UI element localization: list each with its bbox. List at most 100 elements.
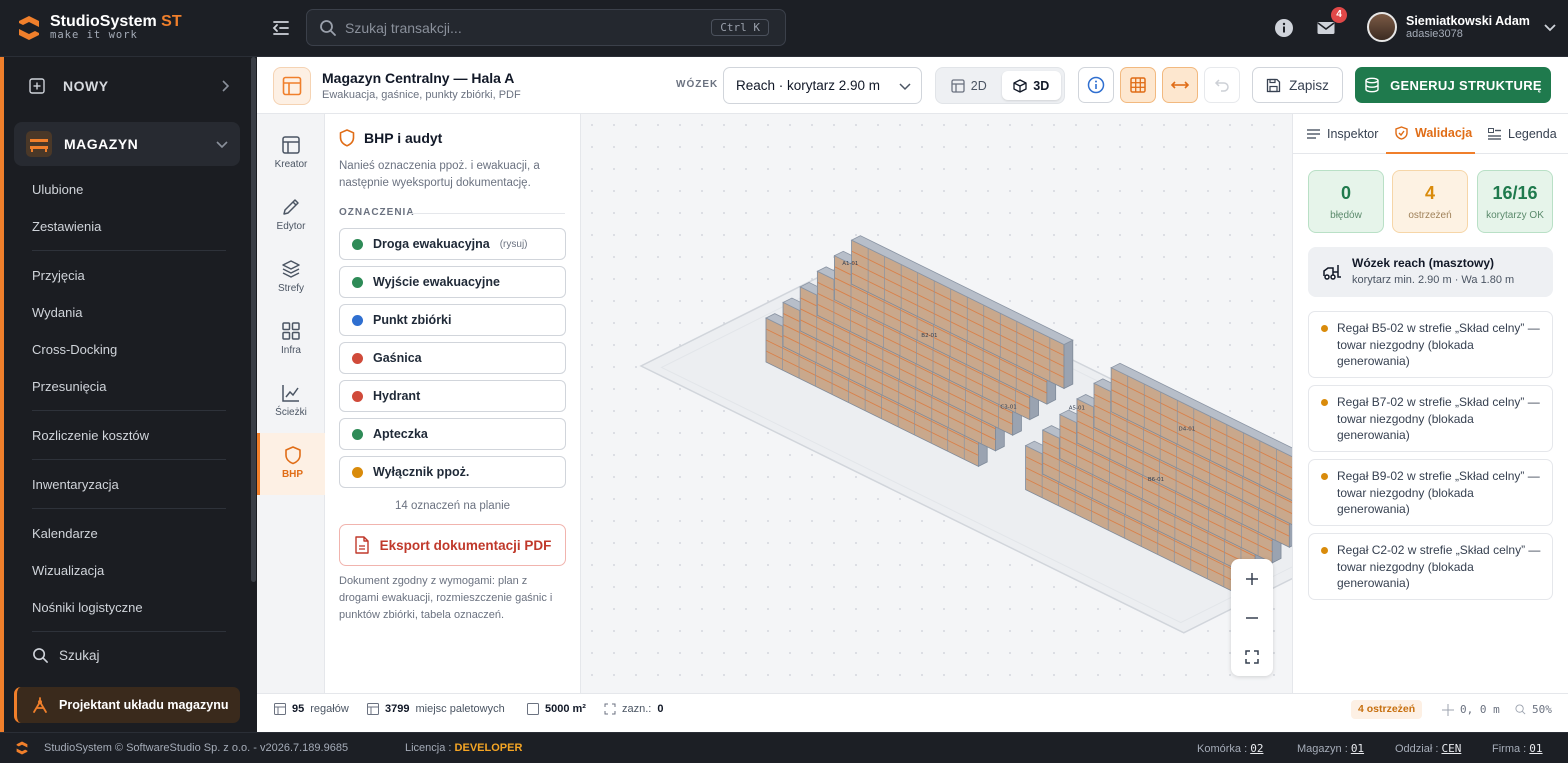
- marker-color-dot: [352, 466, 363, 478]
- rack-code-label: C3-01: [1000, 404, 1016, 410]
- user-login: adasie3078: [1406, 28, 1463, 40]
- sidebar-item-kalendarze[interactable]: Kalendarze: [32, 526, 98, 541]
- marker-item[interactable]: Gaśnica: [339, 342, 566, 374]
- sidebar-item-przesuniecia[interactable]: Przesunięcia: [32, 379, 106, 394]
- undo-button[interactable]: [1204, 67, 1240, 103]
- marker-hint: (rysuj): [499, 238, 528, 250]
- view-3d-button[interactable]: 3D: [1001, 71, 1061, 100]
- warehouse-3d-canvas[interactable]: A1-01B2-01C3-01D4-01A5-01B6-01C7-01D8-01: [581, 114, 1292, 693]
- sidebar-item-rozliczenie-kosztow[interactable]: Rozliczenie kosztów: [32, 428, 149, 443]
- rail-item-sciezki[interactable]: Ścieżki: [257, 371, 325, 433]
- list-icon: [1307, 129, 1320, 139]
- page-header: Magazyn Centralny — Hala A Ewakuacja, ga…: [257, 57, 1568, 114]
- footer-warehouse[interactable]: Magazyn : 01: [1297, 742, 1364, 755]
- save-button[interactable]: Zapisz: [1252, 67, 1343, 103]
- toggle-grid-button[interactable]: [1120, 67, 1156, 103]
- info-button[interactable]: [1078, 67, 1114, 103]
- generate-label: GENERUJ STRUKTURĘ: [1390, 77, 1542, 93]
- collapse-sidebar-icon[interactable]: [270, 17, 292, 39]
- tab-legenda[interactable]: Legenda: [1488, 114, 1564, 154]
- transaction-search[interactable]: Ctrl K: [306, 9, 786, 46]
- user-menu[interactable]: Siemiatkowski Adam adasie3078: [1367, 12, 1557, 42]
- pdf-file-icon: [354, 536, 369, 554]
- warning-text: Regał B5-02 w strefie „Skład celny” — to…: [1337, 321, 1540, 368]
- sidebar-new-label: NOWY: [63, 78, 109, 94]
- zoom-in-button[interactable]: [1231, 559, 1273, 598]
- app-logo[interactable]: StudioSystem ST make it work: [18, 14, 182, 41]
- marker-item[interactable]: Apteczka: [339, 418, 566, 450]
- rail-item-strefy[interactable]: Strefy: [257, 247, 325, 309]
- tab-walidacja[interactable]: Walidacja: [1386, 114, 1475, 154]
- right-panel-tabs: Inspektor Walidacja Legenda: [1293, 114, 1568, 154]
- rail-item-kreator[interactable]: Kreator: [257, 123, 325, 185]
- stat-value: 0: [1340, 182, 1351, 203]
- validation-warning[interactable]: Regał B5-02 w strefie „Skład celny” — to…: [1308, 311, 1553, 378]
- validation-warning[interactable]: Regał B7-02 w strefie „Skład celny” — to…: [1308, 385, 1553, 452]
- marker-item[interactable]: Droga ewakuacyjna (rysuj): [339, 228, 566, 260]
- footer-company[interactable]: Firma : 01: [1492, 742, 1543, 755]
- undo-icon: [1214, 79, 1229, 92]
- sidebar-divider: [32, 250, 226, 251]
- rail-label: Ścieżki: [275, 407, 307, 418]
- fit-view-button[interactable]: [1231, 637, 1273, 676]
- view-2d-button[interactable]: 2D: [939, 71, 999, 100]
- rail-item-infra[interactable]: Infra: [257, 309, 325, 371]
- sidebar-item-cross-docking[interactable]: Cross-Docking: [32, 342, 117, 357]
- sidebar-item-nosniki-logistyczne[interactable]: Nośniki logistyczne: [32, 600, 143, 615]
- status-coords: 0, 0 m: [1442, 703, 1500, 716]
- rail-label: Edytor: [276, 221, 306, 232]
- sidebar-item-inwentaryzacja[interactable]: Inwentaryzacja: [32, 477, 119, 492]
- sidebar-item-wydania[interactable]: Wydania: [32, 305, 82, 320]
- sidebar-new-menu[interactable]: NOWY: [29, 71, 231, 101]
- footer-logo-icon: [16, 741, 28, 755]
- company-value: 01: [1529, 742, 1543, 755]
- sidebar-item-ulubione[interactable]: Ulubione: [32, 182, 83, 197]
- tab-inspektor[interactable]: Inspektor: [1307, 114, 1385, 154]
- marker-item[interactable]: Wyłącznik ppoż.: [339, 456, 566, 488]
- export-pdf-button[interactable]: Eksport dokumentacji PDF: [339, 524, 566, 566]
- footer-branch[interactable]: Oddział : CEN: [1395, 742, 1461, 755]
- validation-warning[interactable]: Regał B9-02 w strefie „Skład celny” — to…: [1308, 459, 1553, 526]
- view-mode-toggle: 2D 3D: [935, 67, 1065, 104]
- sidebar-search[interactable]: Szukaj: [32, 647, 100, 664]
- marker-item[interactable]: Wyjście ewakuacyjne: [339, 266, 566, 298]
- bhp-panel: BHP i audyt Nanieś oznaczenia ppoż. i ew…: [325, 114, 581, 693]
- rail-item-bhp[interactable]: BHP: [257, 433, 325, 495]
- zoom-controls: [1231, 559, 1273, 676]
- cube-icon: [1013, 78, 1027, 93]
- toggle-dimensions-button[interactable]: [1162, 67, 1198, 103]
- shield-icon: [284, 446, 301, 465]
- warnings-pill[interactable]: 4 ostrzeżeń: [1351, 700, 1423, 719]
- zoom-out-button[interactable]: [1231, 598, 1273, 637]
- stat-corridors: 16/16 korytarzy OK: [1477, 170, 1553, 233]
- info-circle-icon: [1087, 76, 1105, 94]
- license-value: DEVELOPER: [454, 742, 523, 754]
- sidebar-item-przyjecia[interactable]: Przyjęcia: [32, 268, 85, 283]
- marker-item[interactable]: Punkt zbiórki: [339, 304, 566, 336]
- chevron-right-icon: [222, 80, 230, 92]
- info-icon[interactable]: [1274, 18, 1294, 38]
- sidebar-scrollbar[interactable]: [251, 57, 256, 582]
- sidebar-item-warehouse-designer[interactable]: Projektant układu magazynu: [14, 687, 240, 723]
- sidebar-active-label: Projektant układu magazynu: [59, 698, 229, 712]
- forklift-select[interactable]: Reach · korytarz 2.90 m: [723, 67, 922, 104]
- marker-label: Wyłącznik ppoż.: [373, 465, 470, 479]
- warehouse-rack-icon: [26, 131, 52, 157]
- shield-icon: [339, 129, 355, 147]
- rail-item-edytor[interactable]: Edytor: [257, 185, 325, 247]
- marker-item[interactable]: Hydrant: [339, 380, 566, 412]
- app-name: StudioSystem: [50, 13, 157, 30]
- sidebar-section-magazyn[interactable]: MAGAZYN: [14, 122, 240, 166]
- warehouse-3d-scene[interactable]: A1-01B2-01C3-01D4-01A5-01B6-01C7-01D8-01: [581, 114, 1292, 693]
- sidebar-item-wizualizacja[interactable]: Wizualizacja: [32, 563, 104, 578]
- validation-warning[interactable]: Regał C2-02 w strefie „Skład celny” — to…: [1308, 533, 1553, 600]
- sidebar-item-zestawienia[interactable]: Zestawienia: [32, 219, 101, 234]
- marker-label: Apteczka: [373, 427, 428, 441]
- search-icon: [33, 648, 48, 663]
- search-input[interactable]: [345, 10, 705, 45]
- footer-cell[interactable]: Komórka : 02: [1197, 742, 1263, 755]
- generate-structure-button[interactable]: GENERUJ STRUKTURĘ: [1355, 67, 1551, 103]
- shield-check-icon: [1395, 126, 1408, 140]
- status-pallets: 3799 miejsc paletowych: [367, 703, 505, 715]
- forklift-label: WÓZEK: [676, 79, 719, 90]
